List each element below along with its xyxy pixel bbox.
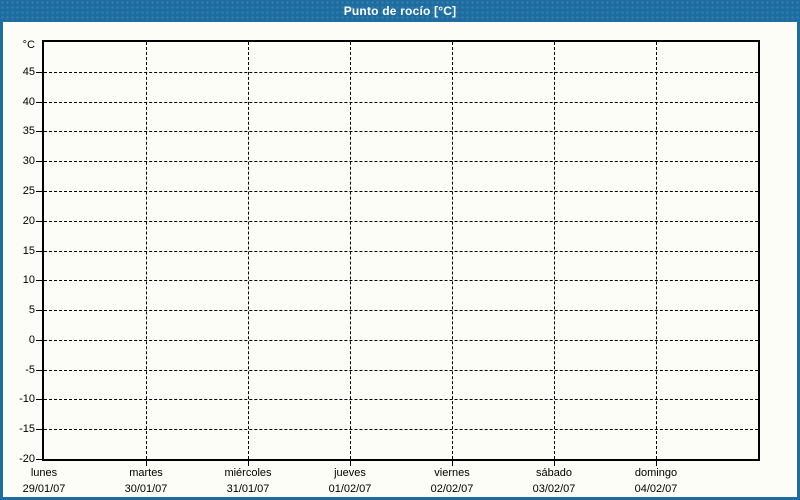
y-gridline	[44, 161, 758, 163]
x-gridline	[350, 42, 351, 459]
x-gridline	[554, 42, 555, 459]
y-gridline	[44, 429, 758, 431]
y-axis-tick	[36, 161, 42, 163]
y-gridline	[44, 190, 758, 192]
y-tick-label: -10	[19, 393, 35, 406]
y-gridline	[44, 71, 758, 73]
y-tick-label: 35	[22, 125, 35, 138]
x-tick-date-label: 30/01/07	[124, 483, 168, 495]
x-axis-tick	[656, 461, 657, 466]
y-tick-label: -20	[19, 453, 35, 465]
y-axis-tick	[36, 459, 42, 460]
x-tick-day-label: martes	[129, 467, 163, 479]
y-gridline	[44, 310, 758, 312]
x-tick-date-label: 03/02/07	[532, 483, 576, 495]
x-gridline	[452, 42, 453, 459]
y-tick-label: 10	[22, 274, 35, 287]
x-gridline	[656, 42, 657, 459]
y-axis-tick	[36, 131, 42, 133]
y-axis-tick	[36, 429, 42, 431]
y-tick-label: 0	[28, 333, 35, 346]
y-gridline	[44, 399, 758, 401]
x-tick-day-label: domingo	[634, 467, 678, 479]
y-gridline	[44, 101, 758, 103]
chart-window: Punto de rocío [°C] 45 40 35 30 25 20 15 10 5 0 -5…	[0, 0, 800, 500]
y-axis-tick	[36, 101, 42, 103]
title-bar: Punto de rocío [°C]	[0, 0, 800, 22]
y-tick-label: -15	[19, 423, 35, 436]
y-gridline	[44, 339, 758, 341]
y-axis-tick	[36, 71, 42, 73]
y-gridline	[44, 369, 758, 371]
y-axis-tick	[36, 399, 42, 401]
x-tick-date-label: 01/02/07	[328, 483, 372, 495]
x-tick-day-label: viernes	[434, 467, 470, 479]
x-tick-day-label: sábado	[535, 467, 573, 479]
y-tick-label: 5	[28, 304, 35, 317]
y-tick-label: 40	[22, 95, 35, 108]
y-gridline	[44, 250, 758, 252]
y-axis-tick	[36, 190, 42, 192]
y-gridline	[44, 220, 758, 222]
y-axis-unit-label: °C	[22, 39, 35, 51]
y-axis-tick	[36, 280, 42, 282]
y-tick-label: 30	[22, 155, 35, 168]
x-tick-date-label: 02/02/07	[430, 483, 474, 495]
x-axis-tick	[554, 461, 555, 466]
y-axis-tick	[36, 369, 42, 371]
y-gridline	[44, 280, 758, 282]
x-tick-date-label: 04/02/07	[634, 483, 678, 495]
x-tick-date-label: 31/01/07	[226, 483, 270, 495]
x-gridline	[248, 42, 249, 459]
x-axis-tick	[350, 461, 351, 466]
y-tick-label: 15	[22, 244, 35, 257]
y-axis-tick	[36, 310, 42, 312]
x-tick-day-label: miércoles	[224, 467, 272, 479]
y-gridline	[44, 131, 758, 133]
y-axis-tick	[36, 220, 42, 222]
x-tick-day-label: jueves	[334, 467, 366, 479]
x-axis-tick	[248, 461, 249, 466]
chart-title: Punto de rocío [°C]	[343, 4, 457, 18]
x-axis-tick	[452, 461, 453, 466]
y-tick-label: 25	[22, 184, 35, 197]
x-tick-day-label: lunes	[30, 467, 58, 479]
x-gridline	[146, 42, 147, 459]
plot-area	[42, 40, 760, 461]
y-axis-tick	[36, 250, 42, 252]
y-axis-tick	[36, 339, 42, 341]
y-tick-label: -5	[25, 363, 35, 376]
y-tick-label: 45	[22, 65, 35, 78]
x-axis-tick	[146, 461, 147, 466]
x-tick-date-label: 29/01/07	[22, 483, 66, 495]
y-tick-label: 20	[22, 214, 35, 227]
frame-border-left	[0, 22, 3, 500]
